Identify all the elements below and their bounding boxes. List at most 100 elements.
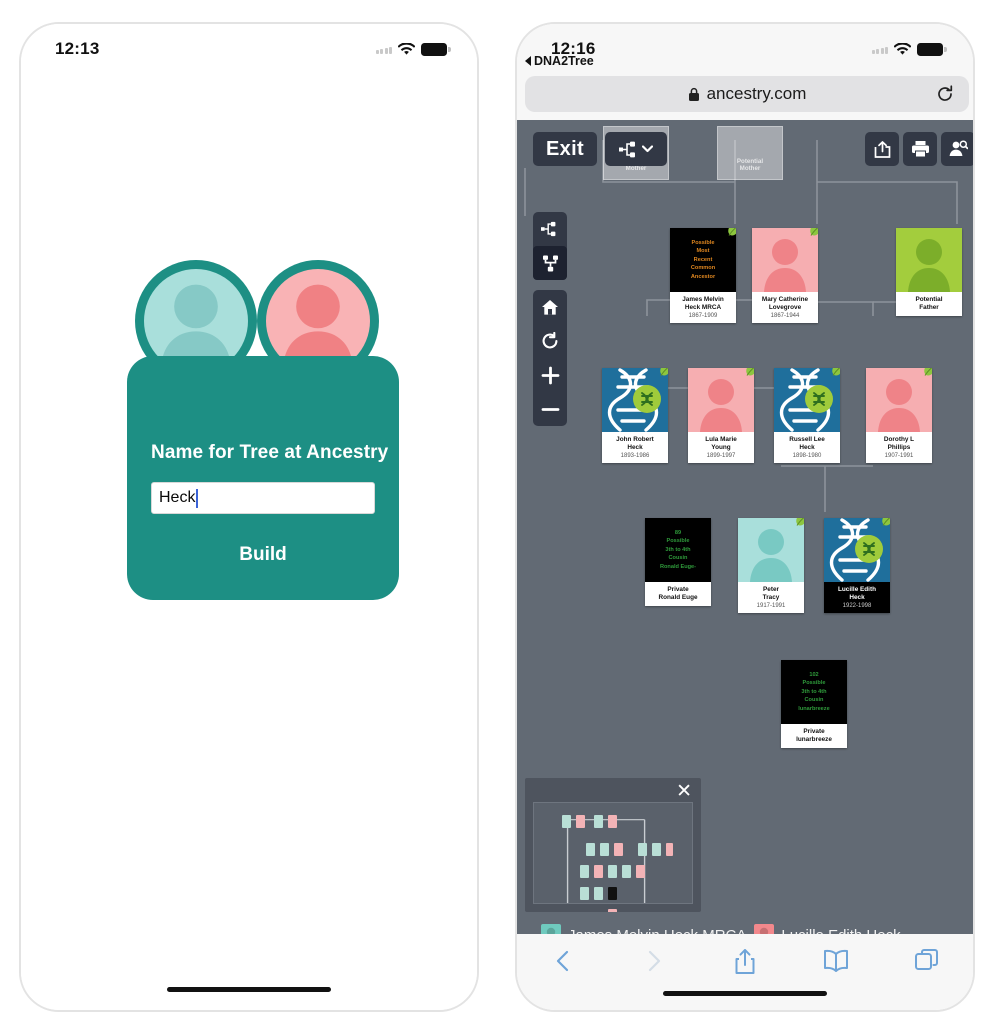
leaf-hint-icon[interactable] xyxy=(726,228,736,237)
bookmarks-button[interactable] xyxy=(791,948,882,974)
build-button[interactable]: Build xyxy=(151,544,375,566)
leaf-hint-icon[interactable] xyxy=(658,368,668,377)
home-indicator xyxy=(663,991,827,996)
leaf-hint-icon[interactable] xyxy=(880,518,890,527)
leaf-hint-icon[interactable] xyxy=(808,228,818,237)
tool-vertical-tree[interactable] xyxy=(533,246,567,280)
home-indicator xyxy=(167,987,331,992)
minimap-viewport[interactable] xyxy=(533,802,693,922)
tree-person-card[interactable]: 89 Possible 3th to 4th Cousin Ronald Euge- Pr… xyxy=(645,518,711,606)
potential-mother-card[interactable]: PotentialMother xyxy=(717,126,783,180)
dna-helix-icon xyxy=(779,368,833,432)
address-bar[interactable]: ancestry.com xyxy=(525,76,969,112)
tool-reset[interactable] xyxy=(533,324,567,358)
tabs-button[interactable] xyxy=(882,948,973,974)
tree-person-card[interactable]: Russell Lee Heck 1898-1980 xyxy=(774,368,840,464)
reload-icon[interactable] xyxy=(935,84,955,109)
vertical-tree-icon xyxy=(542,255,558,271)
tree-person-card[interactable]: Lula Marie Young 1899-1997 xyxy=(688,368,754,464)
person-dates: 1867-1909 xyxy=(688,313,718,320)
minimap-tile xyxy=(594,865,603,878)
person-photo: 89 Possible 3th to 4th Cousin Ronald Euge- xyxy=(645,518,711,582)
print-button[interactable] xyxy=(903,132,937,166)
dna-helix-icon xyxy=(607,368,661,432)
tool-home[interactable] xyxy=(533,290,567,324)
status-indicators xyxy=(375,42,451,56)
signal-dots-icon xyxy=(375,45,392,54)
person-photo: Possible Most Recent Common Ancestor xyxy=(670,228,736,292)
minimap-tile xyxy=(636,865,645,878)
minimap-tile xyxy=(608,815,617,828)
person-silhouette-icon xyxy=(908,239,950,292)
person-name: James Melvin Heck MRCA xyxy=(682,296,724,311)
person-photo xyxy=(896,228,962,292)
person-photo xyxy=(866,368,932,432)
tool-horizontal-tree[interactable] xyxy=(533,212,567,246)
tree-person-card[interactable]: Potential Father xyxy=(896,228,962,316)
minimap-panel[interactable]: ✕ xyxy=(525,778,701,922)
page-title: Name for Tree at Ancestry xyxy=(151,442,389,463)
person-name: Dorothy L Phillips xyxy=(883,436,915,451)
person-dates: 1893-1986 xyxy=(620,453,650,460)
tool-zoom-out[interactable] xyxy=(533,392,567,426)
layout-dropdown-button[interactable] xyxy=(605,132,667,166)
signal-dots-icon xyxy=(871,45,888,54)
minimap-tile xyxy=(600,843,609,856)
minimap-tile xyxy=(608,865,617,878)
person-photo xyxy=(774,368,840,432)
leaf-hint-icon[interactable] xyxy=(794,518,804,527)
tree-person-card[interactable]: Mary Catherine Lovegrove 1867-1944 xyxy=(752,228,818,324)
family-tree-canvas[interactable]: PotentialMother PotentialMother Exit xyxy=(517,120,973,958)
chevron-right-icon xyxy=(648,950,660,972)
tree-person-card[interactable]: Peter Tracy 1917-1991 xyxy=(738,518,804,614)
person-name: Russell Lee Heck xyxy=(789,436,825,451)
person-meta: Private Ronald Euge xyxy=(645,582,711,606)
person-dates: 1917-1991 xyxy=(756,603,786,610)
person-search-icon xyxy=(949,140,968,156)
printer-icon xyxy=(911,141,929,158)
plus-icon xyxy=(541,366,559,384)
tree-person-card[interactable]: 102 Possible 3th to 4th Cousin lunarbreeze Pr… xyxy=(781,660,847,748)
share-up-icon xyxy=(735,949,755,974)
person-photo xyxy=(688,368,754,432)
person-photo: 102 Possible 3th to 4th Cousin lunarbreeze xyxy=(781,660,847,724)
person-name: Lucille Edith Heck xyxy=(838,586,876,601)
person-silhouette-icon xyxy=(700,379,742,432)
tree-person-card[interactable]: Dorothy L Phillips 1907-1991 xyxy=(866,368,932,464)
person-search-button[interactable] xyxy=(941,132,973,166)
screenshot-stage: 12:13 Name for Tree at Ancestry Heck Bui… xyxy=(0,0,989,1024)
lock-icon xyxy=(688,87,699,101)
minimap-tile xyxy=(666,843,673,856)
tree-person-card[interactable]: Possible Most Recent Common Ancestor James Me… xyxy=(670,228,736,324)
minimap-tile xyxy=(586,843,595,856)
tool-zoom-in[interactable] xyxy=(533,358,567,392)
person-meta: John Robert Heck 1893-1986 xyxy=(602,432,668,464)
tree-name-input[interactable]: Heck xyxy=(151,482,375,514)
phone-left: 12:13 Name for Tree at Ancestry Heck Bui… xyxy=(19,22,479,1012)
close-icon[interactable]: ✕ xyxy=(676,782,692,801)
person-meta: Dorothy L Phillips 1907-1991 xyxy=(866,432,932,464)
minimap-tile xyxy=(652,843,661,856)
tree-person-card[interactable]: Lucille Edith Heck 1922-1998 xyxy=(824,518,890,614)
leaf-hint-icon[interactable] xyxy=(744,368,754,377)
person-dates: 1907-1991 xyxy=(884,453,914,460)
leaf-hint-icon[interactable] xyxy=(830,368,840,377)
text-caret xyxy=(196,488,199,508)
share-button[interactable] xyxy=(699,948,790,976)
exit-button[interactable]: Exit xyxy=(533,132,597,166)
person-meta: Private lunarbreeze xyxy=(781,724,847,748)
horizontal-tree-icon xyxy=(541,221,556,237)
back-to-app-button[interactable]: DNA2Tree xyxy=(525,54,594,68)
leaf-hint-icon[interactable] xyxy=(922,368,932,377)
status-time: 12:13 xyxy=(55,39,100,58)
person-dates: 1898-1980 xyxy=(792,453,822,460)
back-button[interactable] xyxy=(517,948,608,974)
phone-right: 12:16 DNA2Tree ancestry.com Mother Poten… xyxy=(515,22,975,1012)
back-to-app-label: DNA2Tree xyxy=(534,54,594,68)
person-photo xyxy=(752,228,818,292)
tree-person-card[interactable]: John Robert Heck 1893-1986 xyxy=(602,368,668,464)
share-tree-button[interactable] xyxy=(865,132,899,166)
minimap-tile xyxy=(594,815,603,828)
minimap-tile xyxy=(580,887,589,900)
book-icon xyxy=(824,949,849,972)
